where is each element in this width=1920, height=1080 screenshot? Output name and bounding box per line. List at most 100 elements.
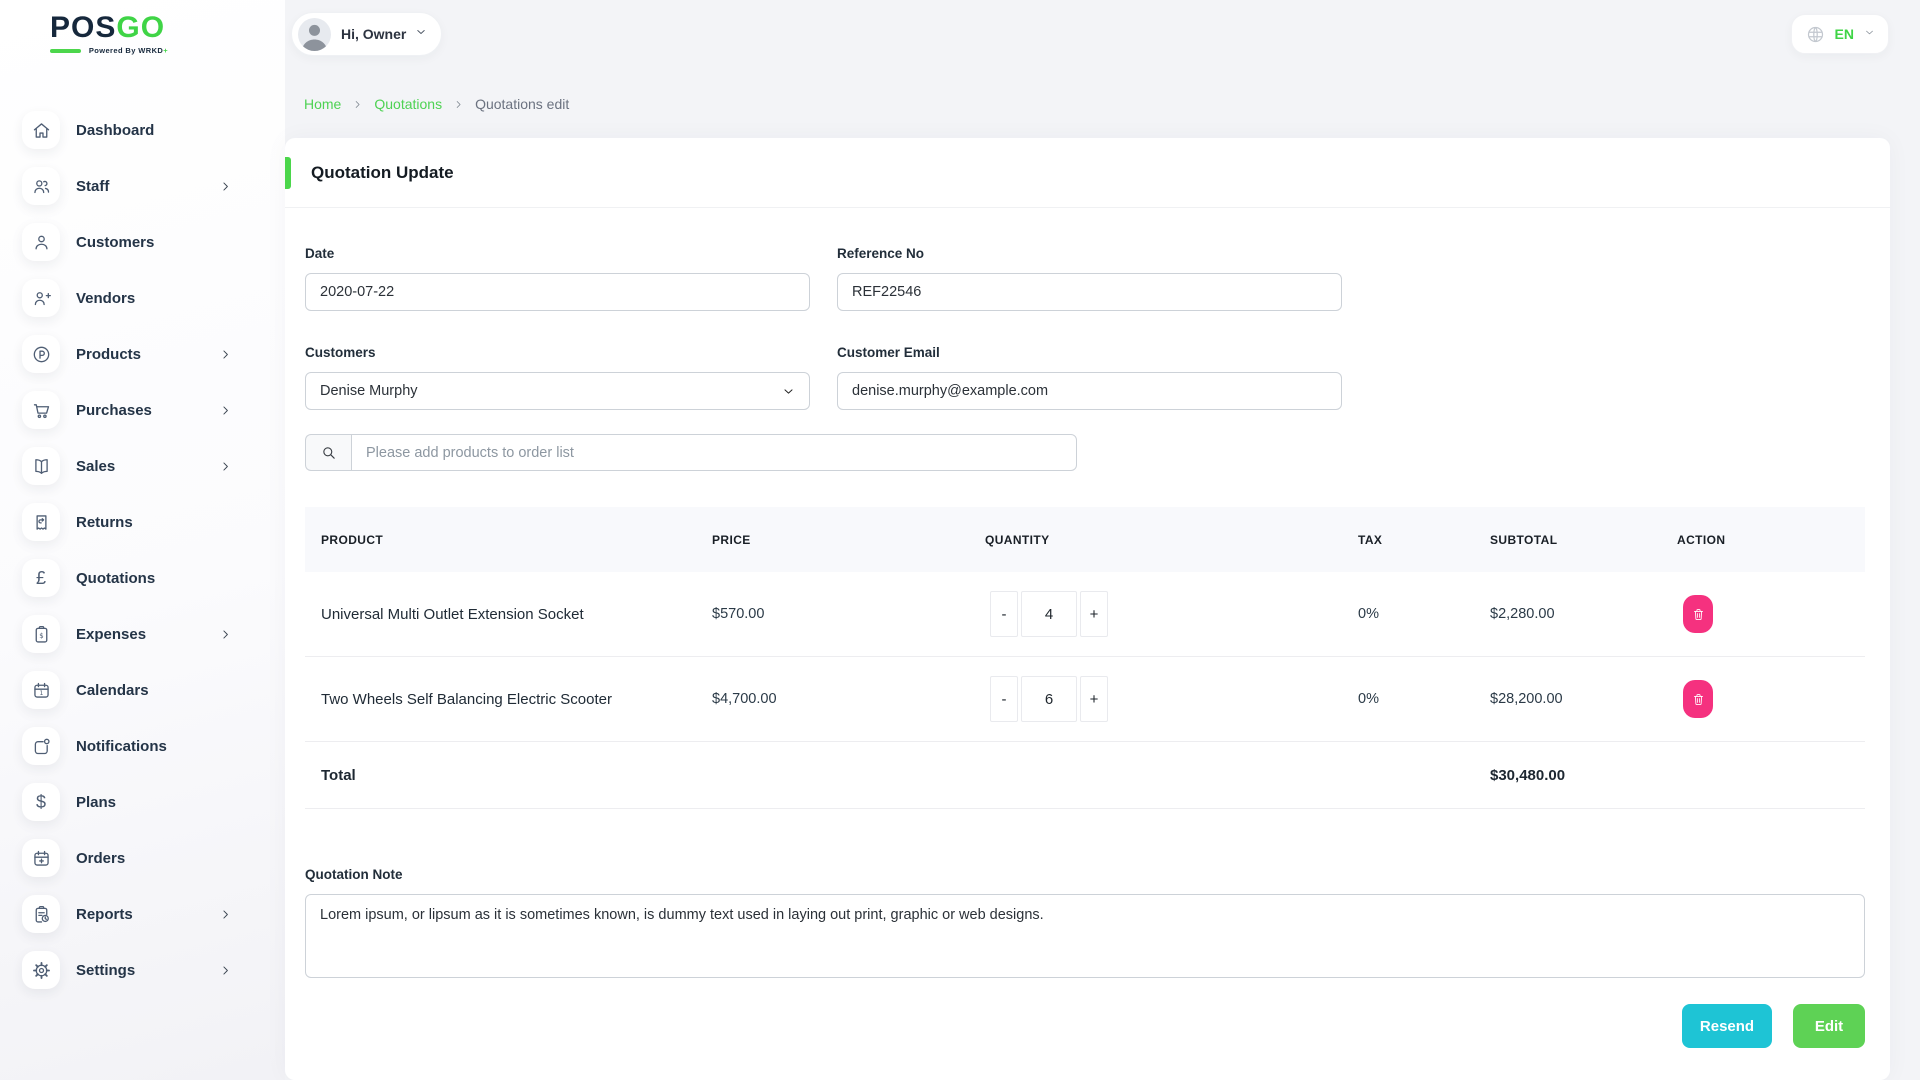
app-logo[interactable]: POSGO Powered By WRKD+ [0,0,285,72]
search-input[interactable] [351,434,1077,471]
globe-icon [1805,24,1826,45]
products-table: PRODUCT PRICE QUANTITY TAX SUBTOTAL ACTI… [305,507,1865,809]
open-book-icon [22,447,60,485]
staff-users-icon [22,167,60,205]
sidebar-item-quotations[interactable]: £ Quotations [0,550,285,606]
trash-icon [1691,692,1706,707]
sidebar-item-reports[interactable]: Reports [0,886,285,942]
sidebar-item-label: Purchases [76,402,152,419]
sidebar-item-label: Products [76,346,141,363]
sidebar-item-plans[interactable]: $ Plans [0,774,285,830]
reference-input[interactable] [837,273,1342,311]
sidebar-item-returns[interactable]: Returns [0,494,285,550]
vendor-user-plus-icon [22,279,60,317]
product-name: Two Wheels Self Balancing Electric Scoot… [305,691,696,708]
email-field[interactable] [837,372,1342,410]
sidebar-item-label: Staff [76,178,109,195]
product-p-circle-icon [22,335,60,373]
quantity-increase-button[interactable]: + [1080,591,1108,637]
powered-by: Powered By WRKD+ [50,46,168,55]
sidebar-item-customers[interactable]: Customers [0,214,285,270]
chevron-down-icon [782,385,795,398]
product-subtotal: $2,280.00 [1474,606,1661,622]
quantity-increase-button[interactable]: + [1080,676,1108,722]
sidebar-item-notifications[interactable]: Notifications [0,718,285,774]
sidebar-item-label: Orders [76,850,125,867]
form-actions: Resend Edit [305,1004,1865,1048]
chevron-down-icon [1864,25,1875,43]
col-tax: TAX [1342,533,1474,547]
quantity-decrease-button[interactable]: - [990,676,1018,722]
chevron-right-icon [219,628,232,641]
sidebar-item-sales[interactable]: Sales [0,438,285,494]
user-menu-button[interactable]: Hi, Owner [291,12,442,56]
quotation-note-label: Quotation Note [305,867,1865,882]
quantity-decrease-button[interactable]: - [990,591,1018,637]
table-row: Two Wheels Self Balancing Electric Scoot… [305,657,1865,742]
sidebar-item-label: Quotations [76,570,155,587]
pound-icon: £ [22,559,60,597]
home-icon [22,111,60,149]
svg-text:$: $ [39,631,43,639]
quotation-note-textarea[interactable]: Lorem ipsum, or lipsum as it is sometime… [305,894,1865,978]
user-greeting: Hi, Owner [341,26,406,42]
date-field-group: Date [305,246,810,311]
date-input[interactable] [305,273,810,311]
sidebar-item-settings[interactable]: Settings [0,942,285,998]
chevron-right-icon [219,460,232,473]
delete-row-button[interactable] [1683,595,1713,633]
edit-button[interactable]: Edit [1793,1004,1865,1048]
sidebar-item-label: Reports [76,906,133,923]
svg-text:1: 1 [39,690,43,697]
chevron-right-icon [219,180,232,193]
total-label: Total [305,767,696,784]
sidebar-item-products[interactable]: Products [0,326,285,382]
total-row: Total $30,480.00 [305,742,1865,809]
col-product: PRODUCT [305,533,696,547]
date-label: Date [305,246,810,261]
chevron-right-icon [453,99,464,110]
sidebar-item-dashboard[interactable]: Dashboard [0,102,285,158]
sidebar-item-purchases[interactable]: Purchases [0,382,285,438]
sidebar: POSGO Powered By WRKD+ Dashboard Staff C… [0,0,285,1080]
col-action: ACTION [1661,533,1865,547]
quantity-stepper: - 4 + [969,591,1342,637]
logo-go: GO [116,11,165,44]
sidebar-menu: Dashboard Staff Customers Vendors [0,102,285,998]
col-subtotal: SUBTOTAL [1474,533,1661,547]
breadcrumb-home[interactable]: Home [304,96,341,112]
resend-button[interactable]: Resend [1682,1004,1772,1048]
customers-select[interactable]: Denise Murphy [305,372,810,410]
avatar [298,18,331,51]
card-body: Date Reference No Customers Denise Murph… [285,208,1890,1048]
product-search [305,434,1077,471]
table-row: Universal Multi Outlet Extension Socket … [305,572,1865,657]
quantity-stepper: - 6 + [969,676,1342,722]
sidebar-item-orders[interactable]: Orders [0,830,285,886]
language-selector[interactable]: EN [1791,14,1889,54]
sidebar-item-label: Returns [76,514,133,531]
sidebar-item-label: Customers [76,234,154,251]
sidebar-item-label: Plans [76,794,116,811]
topbar: Hi, Owner EN [285,0,1920,68]
accent-bar [285,157,291,189]
sidebar-item-label: Dashboard [76,122,154,139]
col-price: PRICE [696,533,969,547]
sidebar-item-vendors[interactable]: Vendors [0,270,285,326]
product-subtotal: $28,200.00 [1474,691,1661,707]
email-field-group: Customer Email [837,345,1342,410]
sidebar-item-staff[interactable]: Staff [0,158,285,214]
reference-label: Reference No [837,246,1342,261]
breadcrumb-current: Quotations edit [475,96,569,112]
sidebar-item-calendars[interactable]: 1 Calendars [0,662,285,718]
reference-field-group: Reference No [837,246,1342,311]
product-price: $4,700.00 [696,691,969,707]
quantity-value[interactable]: 4 [1021,591,1077,637]
clipboard-clock-icon [22,895,60,933]
breadcrumb-quotations[interactable]: Quotations [374,96,442,112]
delete-row-button[interactable] [1683,680,1713,718]
quantity-value[interactable]: 6 [1021,676,1077,722]
clipboard-dollar-icon: $ [22,615,60,653]
sidebar-item-expenses[interactable]: $ Expenses [0,606,285,662]
customers-field-group: Customers Denise Murphy [305,345,810,410]
